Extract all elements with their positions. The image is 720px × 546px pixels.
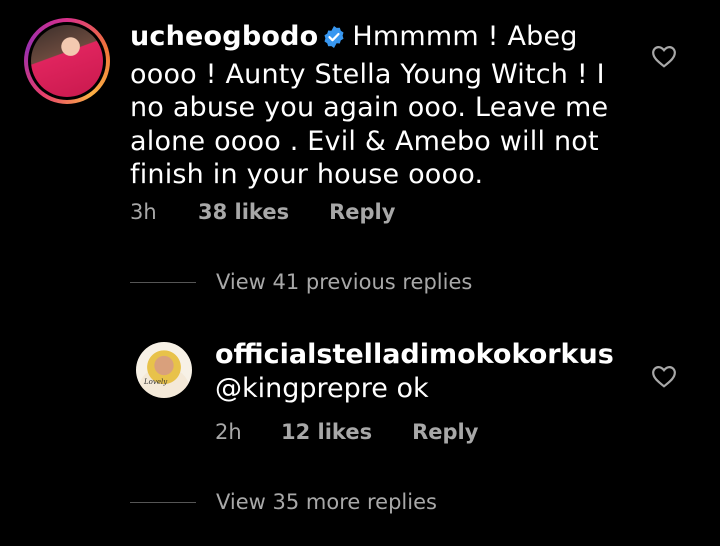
comment-meta: 3h 38 likes Reply bbox=[130, 200, 395, 224]
verified-badge-icon bbox=[322, 24, 346, 58]
heart-outline-icon[interactable] bbox=[651, 44, 677, 68]
comment-username[interactable]: ucheogbodo bbox=[130, 21, 318, 52]
view-previous-replies-label: View 41 previous replies bbox=[216, 270, 473, 294]
reply-avatar-label: Lovely bbox=[144, 378, 168, 386]
reply-button[interactable]: Reply bbox=[329, 200, 395, 224]
reply-meta: 2h 12 likes Reply bbox=[215, 420, 478, 444]
reply-likes[interactable]: 12 likes bbox=[281, 420, 372, 444]
reply-text: @kingprepre ok bbox=[215, 372, 429, 404]
reply-heart-outline-icon[interactable] bbox=[651, 364, 677, 388]
view-previous-replies[interactable]: View 41 previous replies bbox=[130, 270, 472, 294]
reply-avatar[interactable]: Lovely bbox=[136, 342, 192, 398]
reply-body: officialstelladimokokorkus @kingprepre o… bbox=[215, 338, 635, 405]
comment-likes[interactable]: 38 likes bbox=[198, 200, 289, 224]
divider-line bbox=[130, 501, 196, 503]
avatar-photo bbox=[31, 25, 103, 97]
view-more-replies[interactable]: View 35 more replies bbox=[130, 490, 437, 514]
reply-time: 2h bbox=[215, 420, 242, 444]
comment-time: 3h bbox=[130, 200, 157, 224]
reply-username[interactable]: officialstelladimokokorkus bbox=[215, 338, 635, 372]
comment-body: ucheogbodo Hmmmm ! Abeg oooo ! Aunty Stel… bbox=[130, 20, 630, 192]
reply-reply-button[interactable]: Reply bbox=[412, 420, 478, 444]
avatar[interactable] bbox=[24, 18, 110, 104]
divider-line bbox=[130, 281, 196, 283]
view-more-replies-label: View 35 more replies bbox=[216, 490, 437, 514]
